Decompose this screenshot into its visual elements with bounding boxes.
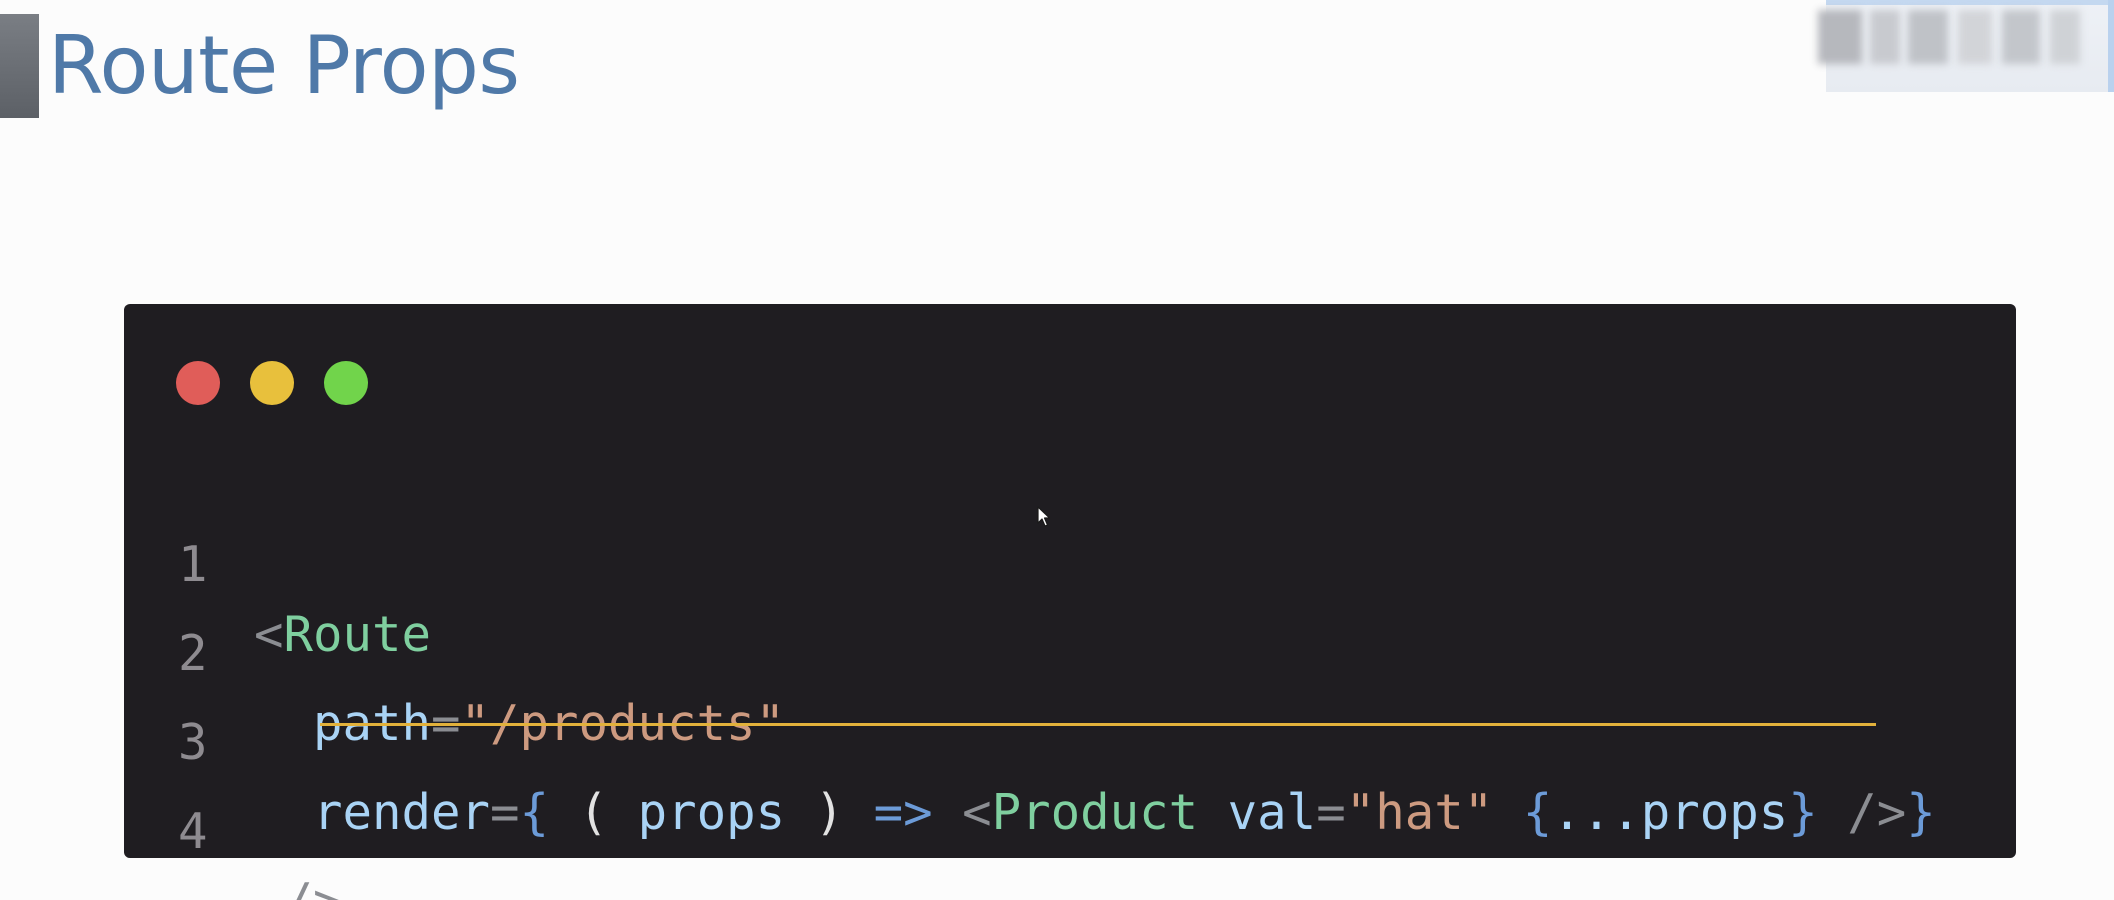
- highlight-underline: [320, 723, 1876, 726]
- blurred-logo-icon: [1812, 0, 2114, 92]
- code-content: />: [254, 867, 343, 900]
- close-window-dot: [176, 361, 220, 405]
- code-token: props: [637, 784, 786, 841]
- code-token: }: [1906, 784, 1936, 841]
- code-token: render: [313, 784, 491, 841]
- code-token: }: [1788, 784, 1818, 841]
- code-token: "hat": [1345, 784, 1494, 841]
- maximize-window-dot: [324, 361, 368, 405]
- code-line-1: 1 <Route: [124, 460, 431, 663]
- page-title: Route Props: [48, 19, 520, 112]
- code-window: 1 <Route 2 path="/products" 3 render={ (…: [124, 304, 2016, 900]
- code-token: =: [490, 784, 520, 841]
- code-token: Product: [991, 784, 1199, 841]
- code-token: />: [1817, 784, 1907, 841]
- code-token: <: [932, 784, 992, 841]
- code-token: val: [1227, 784, 1317, 841]
- slide: Route Props 1 <Route 2 path="/products" …: [0, 0, 2114, 900]
- title-accent-bar: [0, 14, 39, 118]
- line-number: 4: [178, 803, 208, 860]
- code-content: render={ ( props ) => <Product val="hat"…: [254, 778, 1936, 848]
- code-token: ): [785, 784, 874, 841]
- arrow-pointer-icon: [1037, 506, 1051, 527]
- code-token: Route: [283, 606, 432, 663]
- code-token: =: [1316, 784, 1346, 841]
- minimize-window-dot: [250, 361, 294, 405]
- code-line-2: 2 path="/products": [124, 549, 785, 752]
- code-token: ...props: [1552, 784, 1789, 841]
- code-line-3: 3 render={ ( props ) => <Product val="ha…: [124, 638, 1936, 841]
- code-token: />: [284, 873, 343, 900]
- code-token: {: [519, 784, 550, 841]
- code-token: (: [549, 784, 638, 841]
- code-token: =>: [873, 784, 933, 841]
- code-token: {: [1522, 784, 1553, 841]
- code-line-4: 4 />: [124, 727, 343, 900]
